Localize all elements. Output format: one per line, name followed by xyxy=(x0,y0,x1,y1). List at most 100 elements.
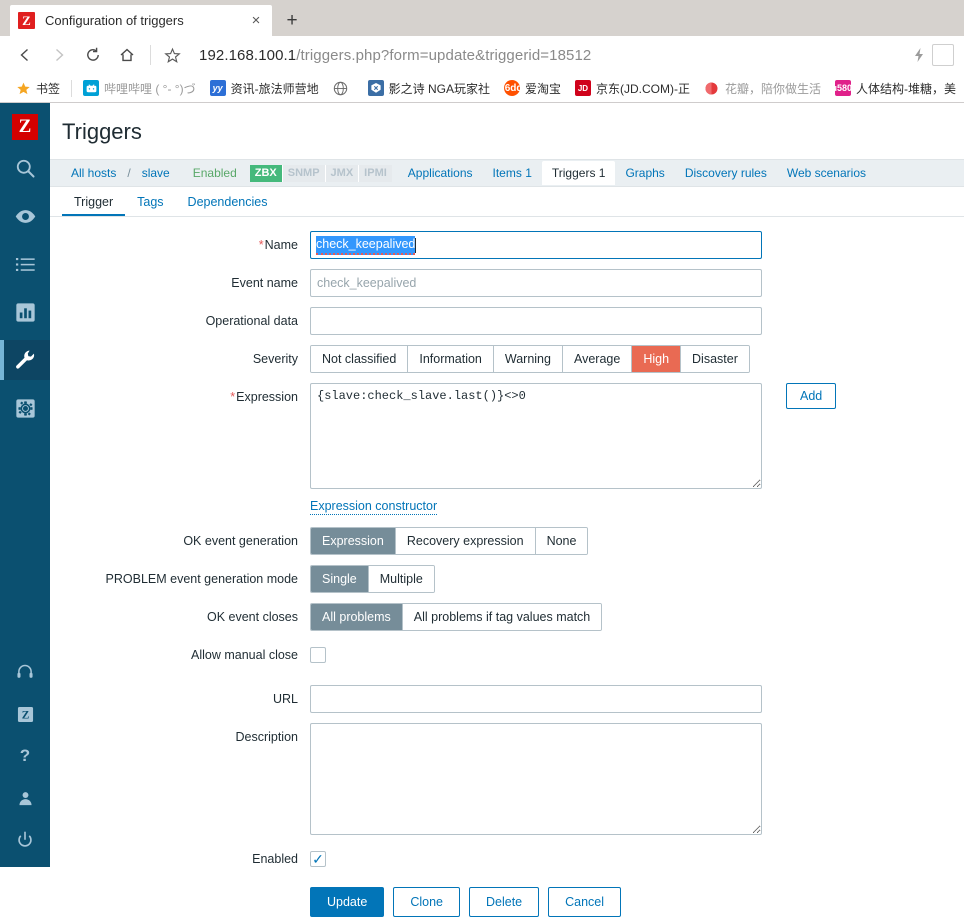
new-tab-button[interactable]: + xyxy=(280,9,304,33)
label-ok-event-closes: OK event closes xyxy=(206,610,298,624)
bookmark-item[interactable] xyxy=(326,77,361,99)
bookmark-item[interactable]: 花瓣，陪你做生活 xyxy=(697,77,828,99)
host-tab-applications[interactable]: Applications xyxy=(398,166,483,180)
ok-event-generation-option-expression[interactable]: Expression xyxy=(311,528,396,554)
sidebar-item-inventory[interactable] xyxy=(0,244,50,284)
clone-button[interactable]: Clone xyxy=(393,887,460,917)
sidebar-item-support[interactable] xyxy=(0,651,50,693)
name-input[interactable]: check_keepalived xyxy=(310,231,762,259)
sidebar-item-user-settings[interactable] xyxy=(0,777,50,819)
severity-option-warning[interactable]: Warning xyxy=(493,346,563,372)
home-icon[interactable] xyxy=(110,40,144,70)
sidebar-item-reports[interactable] xyxy=(0,292,50,332)
operational-data-input[interactable] xyxy=(310,307,762,335)
host-tab-discovery-rules[interactable]: Discovery rules xyxy=(675,166,777,180)
host-tab-web-scenarios[interactable]: Web scenarios xyxy=(777,166,876,180)
required-asterisk: * xyxy=(230,390,236,404)
sidebar: Z Z ? xyxy=(0,103,50,867)
interface-availability-tags: ZBX SNMP JMX IPMI xyxy=(249,164,392,182)
sidebar-item-search[interactable] xyxy=(0,148,50,188)
severity-option-information[interactable]: Information xyxy=(408,346,494,372)
ok-event-generation-option-recovery-expression[interactable]: Recovery expression xyxy=(395,528,536,554)
row-url: URL xyxy=(50,685,964,713)
sidebar-item-monitoring[interactable] xyxy=(0,196,50,236)
expression-constructor-link[interactable]: Expression constructor xyxy=(310,499,438,515)
bookmark-item[interactable]: yy 资讯-旅法师营地 xyxy=(203,77,326,99)
tab-trigger[interactable]: Trigger xyxy=(62,195,126,216)
ok-event-generation-option-none[interactable]: None xyxy=(535,528,588,554)
sidebar-item-share[interactable]: Z xyxy=(0,693,50,735)
cancel-button[interactable]: Cancel xyxy=(548,887,622,917)
bookmark-item[interactable]: 书签 xyxy=(8,77,67,99)
bookmark-label: 影之诗 NGA玩家社 xyxy=(388,81,490,96)
sidebar-item-help[interactable]: ? xyxy=(0,735,50,777)
enabled-checkbox[interactable]: ✓ xyxy=(310,851,326,867)
breadcrumb-host-slave[interactable]: slave xyxy=(133,166,179,180)
ok-event-closes-option-all-problems[interactable]: All problems xyxy=(311,604,403,630)
label-description: Description xyxy=(235,730,298,744)
row-expression-constructor: Expression constructor xyxy=(50,499,964,515)
url-input[interactable] xyxy=(310,685,762,713)
browser-menu-button[interactable] xyxy=(932,44,954,66)
label-name: *Name xyxy=(258,238,298,252)
bookmark-label: 花瓣，陪你做生活 xyxy=(724,81,821,96)
bookmark-item[interactable]: \u5806 人体结构-堆糖，美 xyxy=(828,77,963,99)
delete-button[interactable]: Delete xyxy=(468,887,540,917)
sidebar-bottom: Z ? xyxy=(0,651,50,867)
close-icon[interactable]: × xyxy=(248,13,264,28)
allow-manual-close-checkbox[interactable] xyxy=(310,647,326,663)
tab-tags[interactable]: Tags xyxy=(125,195,175,216)
severity-option-high[interactable]: High xyxy=(632,346,682,372)
sidebar-item-sign-out[interactable] xyxy=(0,819,50,861)
severity-option-disaster[interactable]: Disaster xyxy=(681,346,749,372)
headset-icon xyxy=(16,663,34,681)
breadcrumb-all-hosts[interactable]: All hosts xyxy=(62,166,125,180)
severity-segmented-control: Not classified Information Warning Avera… xyxy=(310,345,750,373)
yyp-icon: yy xyxy=(209,80,226,96)
required-asterisk: * xyxy=(258,238,264,252)
bookmark-item[interactable]: JD 京东(JD.COM)-正 xyxy=(568,77,697,99)
bookmark-item[interactable]: 哔哩哔哩 ( °- °)づ xyxy=(76,77,203,99)
label-allow-manual-close: Allow manual close xyxy=(191,648,298,662)
host-tab-graphs[interactable]: Graphs xyxy=(615,166,674,180)
bookmark-item[interactable]: 影之诗 NGA玩家社 xyxy=(361,77,497,99)
interface-tag-snmp[interactable]: SNMP xyxy=(282,164,326,182)
host-status-enabled[interactable]: Enabled xyxy=(179,166,246,180)
host-tab-triggers[interactable]: Triggers 1 xyxy=(541,161,616,185)
host-tab-items[interactable]: Items 1 xyxy=(483,166,542,180)
interface-tag-jmx[interactable]: JMX xyxy=(325,164,360,182)
sidebar-item-configuration[interactable] xyxy=(0,340,50,380)
browser-tab[interactable]: Z Configuration of triggers × xyxy=(10,5,272,36)
label-ok-event-generation: OK event generation xyxy=(183,534,298,548)
zabbix-logo[interactable]: Z xyxy=(12,114,38,140)
row-ok-event-generation: OK event generation Expression Recovery … xyxy=(50,527,964,555)
bookmark-item[interactable]: \u6dd8 爱淘宝 xyxy=(496,77,568,99)
user-icon xyxy=(17,790,34,807)
breadcrumb-separator: / xyxy=(127,166,131,180)
tab-dependencies[interactable]: Dependencies xyxy=(176,195,280,216)
add-expression-button[interactable]: Add xyxy=(786,383,837,409)
star-icon[interactable] xyxy=(157,40,187,70)
eye-icon xyxy=(14,205,37,228)
update-button[interactable]: Update xyxy=(310,887,385,917)
severity-option-average[interactable]: Average xyxy=(562,346,633,372)
address-bar[interactable]: 192.168.100.1/triggers.php?form=update&t… xyxy=(187,47,906,64)
problem-mode-option-multiple[interactable]: Multiple xyxy=(368,566,434,592)
reload-icon[interactable] xyxy=(76,40,110,70)
back-arrow-icon[interactable] xyxy=(8,40,42,70)
interface-tag-zbx[interactable]: ZBX xyxy=(249,164,283,182)
problem-mode-option-single[interactable]: Single xyxy=(311,566,369,592)
interface-tag-ipmi[interactable]: IPMI xyxy=(359,164,392,182)
nga-icon xyxy=(367,80,384,96)
severity-option-not-classified[interactable]: Not classified xyxy=(311,346,409,372)
bookmark-label: 书签 xyxy=(36,81,61,96)
host-context-bar: All hosts / slave Enabled ZBX SNMP JMX I… xyxy=(50,159,964,187)
description-textarea[interactable] xyxy=(310,723,762,835)
expression-textarea[interactable]: {slave:check_slave.last()}<>0 xyxy=(310,383,762,489)
main-content: Triggers All hosts / slave Enabled ZBX S… xyxy=(50,103,964,917)
bookmarks-bar: 书签 哔哩哔哩 ( °- °)づ yy 资讯-旅法师营地 影之诗 NGA玩家社 xyxy=(0,74,964,103)
event-name-input[interactable] xyxy=(310,269,762,297)
ok-event-closes-option-tag-values-match[interactable]: All problems if tag values match xyxy=(402,604,602,630)
sidebar-item-administration[interactable] xyxy=(0,388,50,428)
lightning-bolt-icon[interactable] xyxy=(906,47,932,63)
